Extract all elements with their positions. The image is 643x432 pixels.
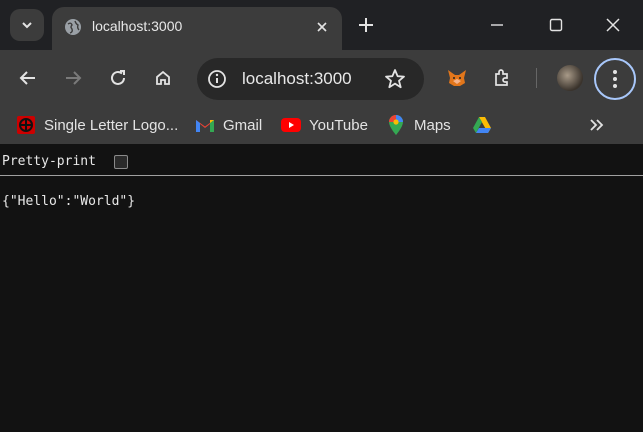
gmail-icon (195, 115, 215, 135)
metamask-extension-button[interactable] (443, 64, 471, 92)
drive-icon (472, 115, 492, 135)
plus-icon (359, 18, 373, 32)
back-button[interactable] (14, 64, 42, 92)
more-vertical-icon (613, 70, 617, 88)
toolbar: localhost:3000 (0, 50, 643, 106)
pretty-print-label[interactable]: Pretty-print (2, 154, 96, 169)
forward-button[interactable] (59, 64, 87, 92)
chevron-down-icon (22, 22, 32, 29)
tab-search-button[interactable] (10, 9, 44, 41)
new-tab-button[interactable] (354, 13, 378, 37)
active-tab[interactable]: localhost:3000 (52, 7, 342, 50)
profile-avatar[interactable] (557, 65, 583, 91)
bookmark-gmail[interactable]: Gmail (195, 115, 262, 135)
home-button[interactable] (149, 64, 177, 92)
reload-icon (111, 70, 125, 85)
bookmark-label: Maps (414, 116, 451, 134)
arrow-left-icon (19, 71, 35, 85)
tab-strip: localhost:3000 (0, 0, 643, 50)
close-window-button[interactable] (598, 10, 628, 40)
close-icon (606, 18, 620, 32)
bookmark-maps[interactable]: Maps (386, 115, 451, 135)
browser-menu-button[interactable] (594, 58, 636, 100)
url-text[interactable]: localhost:3000 (242, 69, 352, 89)
pretty-print-checkbox[interactable] (114, 155, 128, 169)
address-bar[interactable]: localhost:3000 (197, 58, 424, 100)
bookmark-label: Single Letter Logo... (44, 116, 179, 134)
json-content: {"Hello":"World"} (2, 194, 136, 209)
minimize-button[interactable] (482, 10, 512, 40)
toolbar-separator (536, 68, 537, 88)
info-icon[interactable] (207, 69, 227, 89)
bookmark-youtube[interactable]: YouTube (281, 115, 368, 135)
chevron-double-right-icon[interactable] (587, 115, 607, 135)
home-icon (156, 70, 170, 85)
maps-icon (386, 115, 406, 135)
reload-button[interactable] (104, 64, 132, 92)
close-tab-button[interactable] (312, 17, 332, 37)
star-icon[interactable] (384, 68, 406, 90)
arrow-right-icon (66, 71, 82, 85)
extensions-button[interactable] (488, 64, 516, 92)
maximize-icon (549, 18, 563, 32)
bookmark-drive[interactable] (472, 115, 500, 135)
close-icon (317, 22, 327, 32)
tab-title: localhost:3000 (92, 18, 183, 34)
maximize-button[interactable] (541, 10, 571, 40)
bookmark-label: Gmail (223, 116, 263, 134)
pretty-print-bar: Pretty-print (0, 144, 643, 176)
bookmark-single-letter-logo[interactable]: Single Letter Logo... (16, 115, 178, 135)
puzzle-icon (495, 69, 508, 86)
red-logo-icon (16, 115, 36, 135)
fox-icon (448, 70, 466, 86)
bookmark-label: YouTube (309, 116, 368, 134)
bookmarks-bar: Single Letter Logo... Gmail YouTube Maps (0, 106, 643, 144)
globe-icon (65, 19, 81, 35)
youtube-icon (281, 115, 301, 135)
minimize-icon (491, 24, 503, 26)
